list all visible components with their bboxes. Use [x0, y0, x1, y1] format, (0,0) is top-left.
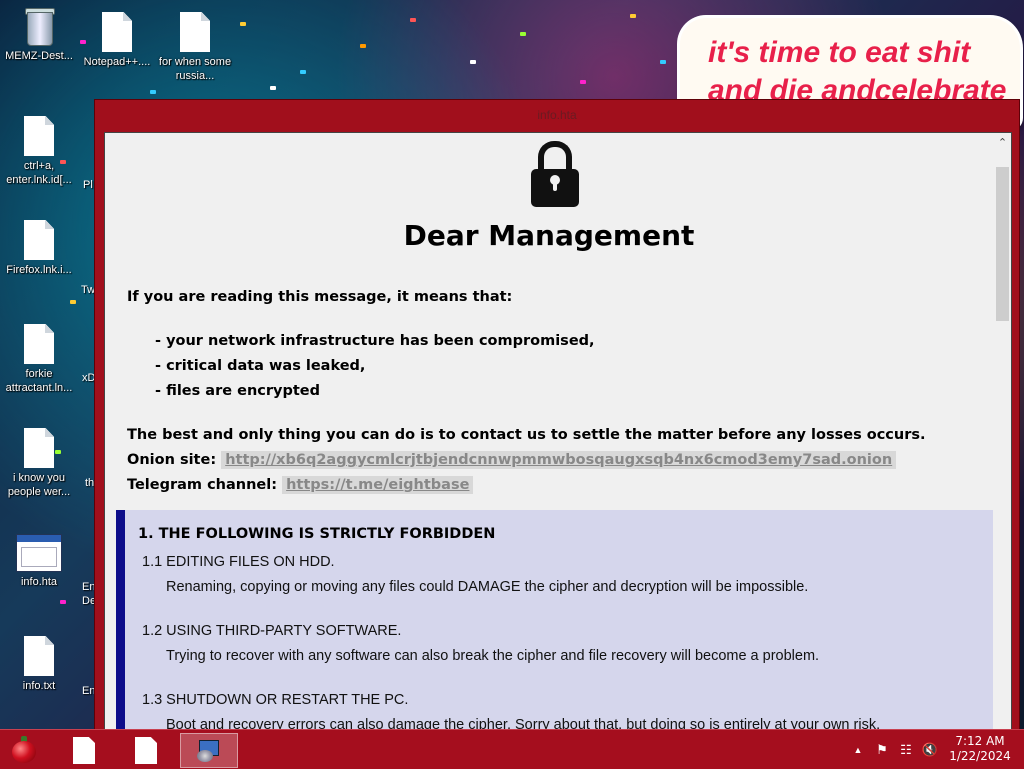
onion-label: Onion site: [127, 452, 217, 468]
desktop-icon-firefox[interactable]: Firefox.lnk.i... [0, 220, 78, 277]
contact-text: The best and only thing you can do is to… [127, 427, 926, 443]
telegram-row: Telegram channel: https://t.me/eightbase [127, 476, 474, 494]
taskbar-button-hta-app[interactable] [180, 733, 238, 768]
padlock-icon [529, 141, 581, 209]
desktop-icon-label: MEMZ-Dest... [5, 50, 73, 62]
rule-text: Renaming, copying or moving any files co… [166, 579, 809, 595]
desktop-icon-label: info.txt [22, 680, 56, 692]
volume-muted-icon[interactable]: 🔇 [920, 740, 940, 760]
telegram-link[interactable]: https://t.me/eightbase [282, 476, 474, 494]
onion-link[interactable]: http://xb6q2aggycmlcrjtbjendcnnwpmmwbosq… [221, 451, 897, 469]
tray-time: 7:12 AM [955, 734, 1005, 748]
taskbar: ▲ ⚑ ☷ 🔇 7:12 AM 1/22/2024 [0, 729, 1024, 769]
vertical-scrollbar[interactable]: ⌃ [994, 133, 1011, 731]
start-button[interactable] [8, 735, 40, 765]
taskbar-button-text-file[interactable] [122, 733, 170, 766]
file-icon [24, 324, 54, 364]
rule-text: Trying to recover with any software can … [166, 648, 820, 664]
forbidden-rules-box: 1. THE FOLLOWING IS STRICTLY FORBIDDEN 1… [116, 510, 993, 731]
show-hidden-icons-icon[interactable]: ▲ [848, 740, 868, 760]
file-icon [135, 737, 157, 764]
partial-icon-label: th [85, 477, 95, 489]
intro-text: If you are reading this message, it mean… [127, 289, 513, 305]
window-title[interactable]: info.hta [95, 100, 1019, 130]
file-icon [24, 428, 54, 468]
recycle-bin-icon [23, 6, 55, 46]
rule-title: 1.3 SHUTDOWN OR RESTART THE PC. [142, 692, 409, 708]
scroll-up-arrow-icon[interactable]: ⌃ [994, 133, 1011, 150]
action-center-flag-icon[interactable]: ⚑ [872, 740, 892, 760]
desktop-icon-info-hta[interactable]: info.hta [0, 534, 78, 589]
start-orb-icon [12, 741, 36, 763]
tray-date: 1/22/2024 [949, 749, 1011, 763]
desktop-icon-label: i know you people wer... [7, 472, 71, 498]
telegram-label: Telegram channel: [127, 477, 278, 493]
rule-title: 1.1 EDITING FILES ON HDD. [142, 554, 335, 570]
desktop-icon-for-when[interactable]: for when some russia... [156, 12, 234, 83]
network-icon[interactable]: ☷ [896, 740, 916, 760]
file-icon [102, 12, 132, 52]
tray-clock[interactable]: 7:12 AM 1/22/2024 [948, 734, 1012, 764]
desktop-icon-memz[interactable]: MEMZ-Dest... [0, 6, 78, 63]
desktop-icon-label: Firefox.lnk.i... [6, 264, 72, 276]
desktop-icon-forkie[interactable]: forkie attractant.ln... [0, 324, 78, 395]
bullet-item: - files are encrypted [155, 383, 320, 399]
hta-app-icon [16, 534, 62, 572]
installer-app-icon [197, 738, 221, 764]
desktop-icon-i-know[interactable]: i know you people wer... [0, 428, 78, 499]
desktop-icon-info-txt[interactable]: info.txt [0, 636, 78, 693]
sticker-text: it's time to eat shit and die andcelebrat… [708, 36, 1007, 107]
ransom-note-content: Dear Management If you are reading this … [105, 133, 993, 731]
ransom-note-window: info.hta Dear Management If you are read… [94, 99, 1020, 732]
file-icon [180, 12, 210, 52]
file-icon [73, 737, 95, 764]
desktop-icon-ctrl-a[interactable]: ctrl+a, enter.lnk.id[... [0, 116, 78, 187]
file-icon [24, 636, 54, 676]
desktop-icon-notepadpp[interactable]: Notepad++.... [78, 12, 156, 69]
file-icon [24, 220, 54, 260]
partial-icon-label: Tw [81, 284, 96, 296]
rules-heading: 1. THE FOLLOWING IS STRICTLY FORBIDDEN [138, 526, 496, 542]
desktop-icon-label: for when some russia... [158, 56, 232, 82]
file-icon [24, 116, 54, 156]
bullet-item: - your network infrastructure has been c… [155, 333, 595, 349]
bullet-item: - critical data was leaked, [155, 358, 366, 374]
desktop-icon-label: Notepad++.... [83, 56, 151, 68]
window-client-area: Dear Management If you are reading this … [104, 132, 1012, 732]
scrollbar-thumb[interactable] [996, 167, 1009, 321]
rule-title: 1.2 USING THIRD-PARTY SOFTWARE. [142, 623, 402, 639]
partial-icon-label: Pl [83, 179, 93, 191]
taskbar-button-notepad-file[interactable] [60, 733, 108, 766]
desktop-icon-label: ctrl+a, enter.lnk.id[... [6, 160, 72, 186]
onion-row: Onion site: http://xb6q2aggycmlcrjtbjend… [127, 451, 897, 469]
desktop-icon-label: info.hta [20, 576, 58, 588]
page-title: Dear Management [403, 219, 695, 252]
desktop-icon-label: forkie attractant.ln... [5, 368, 73, 394]
